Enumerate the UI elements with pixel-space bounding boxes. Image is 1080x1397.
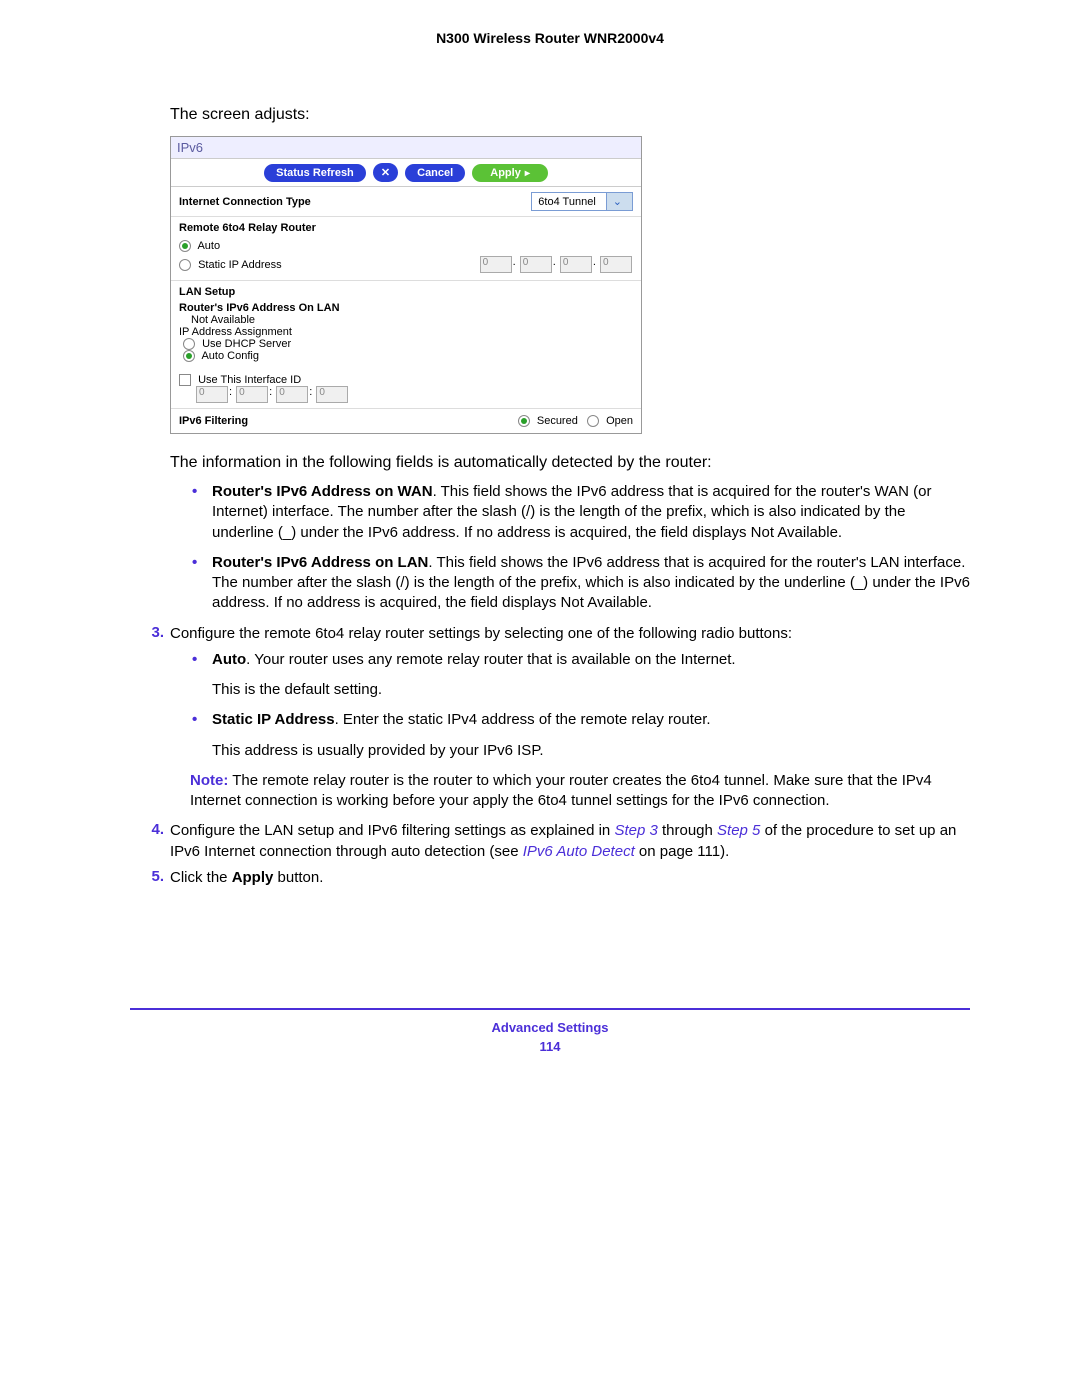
relay-block: Remote 6to4 Relay Router Auto Static IP …	[171, 217, 641, 281]
auto-detected-intro: The information in the following fields …	[170, 452, 970, 474]
footer-section-title: Advanced Settings	[130, 1020, 970, 1035]
intro-text: The screen adjusts:	[170, 106, 970, 124]
iface-octet-2[interactable]: 0	[236, 386, 268, 403]
note-block: Note: The remote relay router is the rou…	[190, 771, 970, 812]
bullet-auto-bold: Auto	[212, 651, 246, 668]
bullet-static-follow: This address is usually provided by your…	[212, 741, 970, 761]
arrow-right-icon: ▸	[525, 168, 530, 179]
lan-assign-label: IP Address Assignment	[179, 326, 633, 338]
panel-title: IPv6	[171, 137, 641, 159]
filter-row: IPv6 Filtering Secured Open	[171, 409, 641, 433]
relay-auto-radio[interactable]	[179, 240, 191, 252]
step-4-pre: Configure the LAN setup and IPv6 filteri…	[170, 822, 614, 839]
ref-ipv6-auto-detect[interactable]: IPv6 Auto Detect	[523, 843, 635, 860]
cancel-x-button[interactable]: ✕	[373, 163, 398, 182]
ip-octet-3[interactable]: 0	[560, 256, 592, 273]
filter-secured-label: Secured	[537, 415, 578, 427]
connection-type-label: Internet Connection Type	[179, 196, 311, 208]
step-3-text: Configure the remote 6to4 relay router s…	[170, 624, 970, 644]
page-header-title: N300 Wireless Router WNR2000v4	[130, 30, 970, 46]
relay-title: Remote 6to4 Relay Router	[179, 222, 633, 234]
lan-addr-label: Router's IPv6 Address On LAN	[179, 302, 633, 314]
dhcp-radio[interactable]	[183, 338, 195, 350]
bullet-static-text: . Enter the static IPv4 address of the r…	[335, 711, 711, 728]
step-3-number: 3.	[136, 624, 170, 644]
auto-config-label: Auto Config	[201, 350, 258, 362]
bullet-wan: Router's IPv6 Address on WAN. This field…	[188, 482, 970, 543]
note-label: Note:	[190, 772, 228, 789]
filter-open-label: Open	[606, 415, 633, 427]
lan-title: LAN Setup	[179, 286, 633, 298]
step-3: 3. Configure the remote 6to4 relay route…	[136, 624, 970, 644]
step-4-mid1: through	[658, 822, 717, 839]
ref-step5[interactable]: Step 5	[717, 822, 760, 839]
cancel-button[interactable]: Cancel	[405, 164, 465, 182]
filter-label: IPv6 Filtering	[179, 415, 248, 427]
filter-open-radio[interactable]	[587, 415, 599, 427]
connection-type-value: 6to4 Tunnel	[532, 194, 606, 210]
connection-type-row: Internet Connection Type 6to4 Tunnel ⌄	[171, 187, 641, 217]
use-interface-checkbox[interactable]	[179, 374, 191, 386]
bullet-static: Static IP Address. Enter the static IPv4…	[188, 710, 970, 761]
relay-auto-label: Auto	[197, 240, 220, 252]
filter-options: Secured Open	[518, 415, 633, 427]
ip-octet-1[interactable]: 0	[480, 256, 512, 273]
bullet-static-bold: Static IP Address	[212, 711, 335, 728]
lan-block: LAN Setup Router's IPv6 Address On LAN N…	[171, 281, 641, 409]
step-4-post: on page 111).	[635, 843, 730, 860]
filter-secured-radio[interactable]	[518, 415, 530, 427]
relay-auto-row: Auto	[179, 238, 633, 254]
relay-static-radio[interactable]	[179, 259, 191, 271]
step-5-post: button.	[273, 869, 323, 886]
interface-id-fields: 0: 0: 0: 0	[179, 386, 633, 403]
lan-addr-value: Not Available	[179, 314, 633, 326]
auto-detected-bullets: Router's IPv6 Address on WAN. This field…	[188, 482, 970, 614]
footer-page-number: 114	[130, 1039, 970, 1054]
step-4-content: Configure the LAN setup and IPv6 filteri…	[170, 821, 970, 862]
relay-static-label: Static IP Address	[198, 259, 282, 271]
ref-step3[interactable]: Step 3	[614, 822, 657, 839]
note-text: The remote relay router is the router to…	[190, 772, 932, 809]
ip-octet-4[interactable]: 0	[600, 256, 632, 273]
page-footer: Advanced Settings 114	[130, 1008, 970, 1054]
step-5-number: 5.	[136, 868, 170, 888]
use-interface-label: Use This Interface ID	[198, 374, 301, 386]
static-ip-fields: 0. 0. 0. 0	[479, 256, 633, 273]
step-5-content: Click the Apply button.	[170, 868, 970, 888]
panel-button-bar: Status Refresh ✕ Cancel Apply▸	[171, 159, 641, 187]
ip-octet-2[interactable]: 0	[520, 256, 552, 273]
bullet-auto: Auto. Your router uses any remote relay …	[188, 650, 970, 701]
bullet-auto-follow: This is the default setting.	[212, 680, 970, 700]
ipv6-config-screenshot: IPv6 Status Refresh ✕ Cancel Apply▸ Inte…	[170, 136, 642, 434]
step-5-bold: Apply	[232, 869, 274, 886]
bullet-auto-text: . Your router uses any remote relay rout…	[246, 651, 735, 668]
bullet-lan: Router's IPv6 Address on LAN. This field…	[188, 553, 970, 614]
bullet-wan-bold: Router's IPv6 Address on WAN	[212, 483, 433, 500]
iface-octet-4[interactable]: 0	[316, 386, 348, 403]
iface-octet-3[interactable]: 0	[276, 386, 308, 403]
step-4: 4. Configure the LAN setup and IPv6 filt…	[136, 821, 970, 862]
iface-octet-1[interactable]: 0	[196, 386, 228, 403]
step-4-number: 4.	[136, 821, 170, 862]
apply-button[interactable]: Apply▸	[472, 164, 548, 182]
step-5: 5. Click the Apply button.	[136, 868, 970, 888]
step-5-pre: Click the	[170, 869, 232, 886]
document-page: N300 Wireless Router WNR2000v4 The scree…	[0, 0, 1080, 1084]
status-refresh-button[interactable]: Status Refresh	[264, 164, 366, 182]
auto-config-radio[interactable]	[183, 350, 195, 362]
dhcp-label: Use DHCP Server	[202, 338, 291, 350]
connection-type-dropdown[interactable]: 6to4 Tunnel ⌄	[531, 192, 633, 211]
step-3-bullets: Auto. Your router uses any remote relay …	[188, 650, 970, 761]
chevron-down-icon: ⌄	[606, 193, 632, 210]
bullet-lan-bold: Router's IPv6 Address on LAN	[212, 554, 428, 571]
relay-static-row: Static IP Address 0. 0. 0. 0	[179, 254, 633, 275]
